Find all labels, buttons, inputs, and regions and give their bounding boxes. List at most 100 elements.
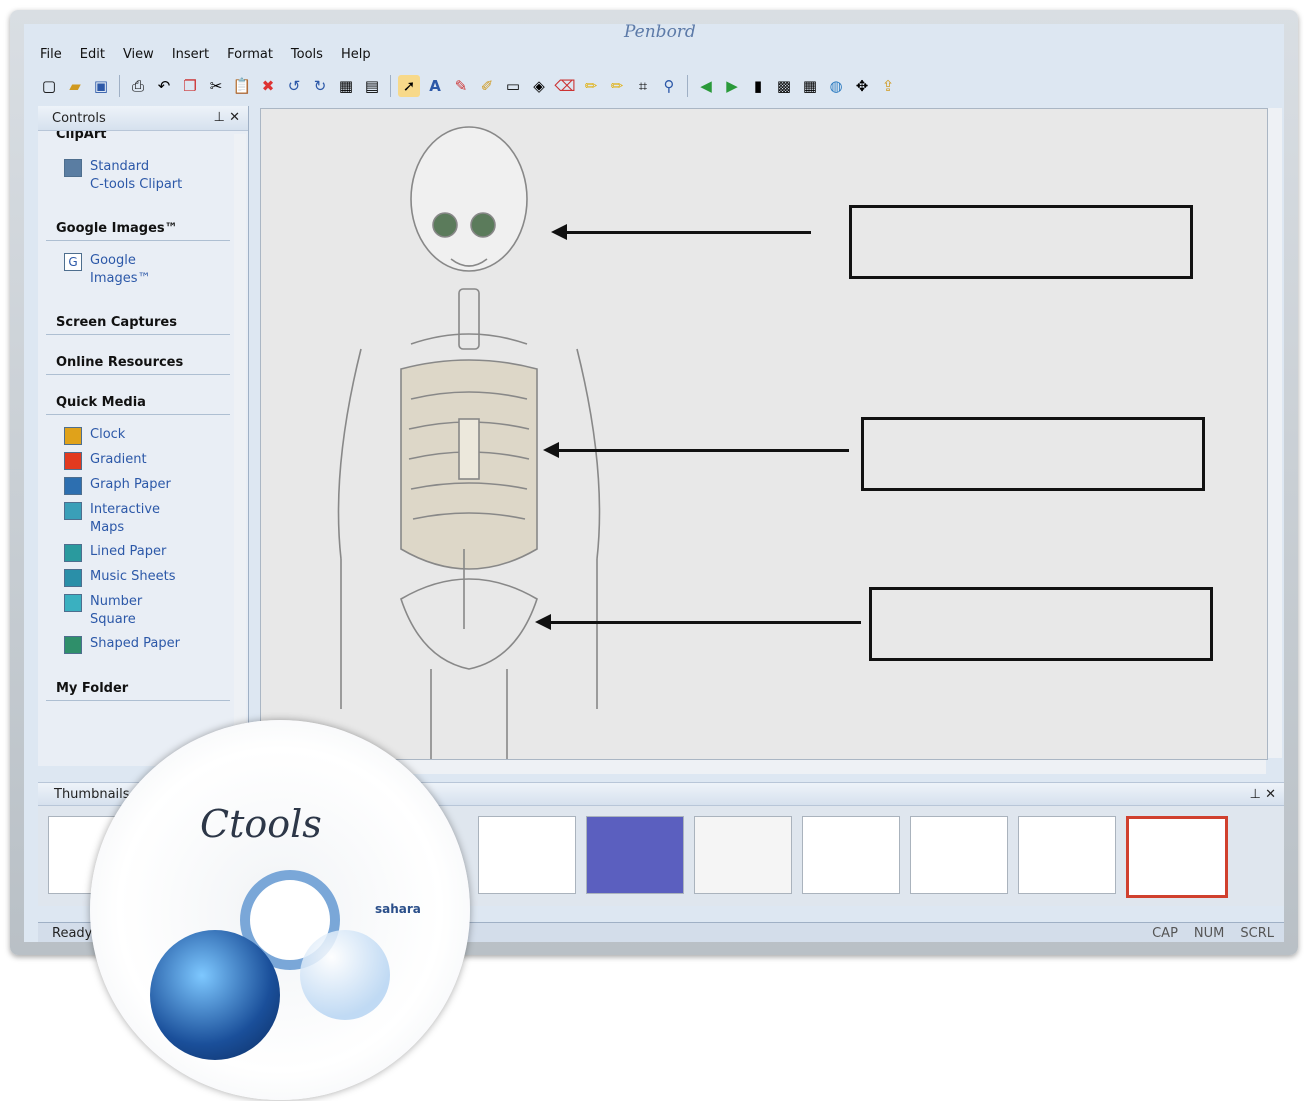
quick-media-item[interactable]: Shaped Paper bbox=[38, 632, 248, 657]
print-icon[interactable]: ⎙ bbox=[127, 75, 149, 97]
software-disc: Ctools sahara bbox=[90, 720, 470, 1100]
status-cap: CAP bbox=[1152, 926, 1178, 941]
forward-icon[interactable]: ▶ bbox=[721, 75, 743, 97]
menu-format[interactable]: Format bbox=[225, 46, 275, 66]
canvas-vertical-scrollbar[interactable] bbox=[1268, 108, 1282, 758]
clipart-icon bbox=[64, 159, 82, 177]
whiteboard-canvas[interactable] bbox=[260, 108, 1268, 760]
delete-icon[interactable]: ✖ bbox=[257, 75, 279, 97]
google-images-header: Google Images™ bbox=[46, 215, 230, 241]
quick-media-icon bbox=[64, 427, 82, 445]
quick-media-item[interactable]: Gradient bbox=[38, 448, 248, 473]
thumbnail[interactable] bbox=[802, 816, 900, 894]
quick-media-item[interactable]: Lined Paper bbox=[38, 540, 248, 565]
clipart-standard[interactable]: Standard C-tools Clipart bbox=[38, 155, 248, 197]
thumbs-pin-close-icons[interactable]: ⊥ ✕ bbox=[1250, 787, 1276, 802]
online-resources-header[interactable]: Online Resources bbox=[46, 349, 230, 375]
quick-media-icon bbox=[64, 594, 82, 612]
quick-media-header[interactable]: Quick Media bbox=[46, 389, 230, 415]
highlighter2-icon[interactable]: ✏ bbox=[606, 75, 628, 97]
crop-icon[interactable]: ⌗ bbox=[632, 75, 654, 97]
new-icon[interactable]: ▢ bbox=[38, 75, 60, 97]
quick-media-icon bbox=[64, 477, 82, 495]
thumbnail[interactable] bbox=[586, 816, 684, 894]
arrow-head bbox=[543, 442, 559, 458]
menu-view[interactable]: View bbox=[121, 46, 156, 66]
fill-icon[interactable]: ◈ bbox=[528, 75, 550, 97]
undo-page-icon[interactable]: ↶ bbox=[153, 75, 175, 97]
quick-media-item[interactable]: Graph Paper bbox=[38, 473, 248, 498]
arrow-line bbox=[553, 449, 849, 452]
menu-bar: File Edit View Insert Format Tools Help bbox=[38, 46, 373, 66]
quick-media-label: Clock bbox=[90, 427, 126, 442]
quick-media-item[interactable]: Interactive Maps bbox=[38, 498, 248, 540]
eraser-icon[interactable]: ⌫ bbox=[554, 75, 576, 97]
menu-edit[interactable]: Edit bbox=[78, 46, 107, 66]
screen-icon[interactable]: ▮ bbox=[747, 75, 769, 97]
redo-icon[interactable]: ↻ bbox=[309, 75, 331, 97]
undo-icon[interactable]: ↺ bbox=[283, 75, 305, 97]
thumbnail[interactable] bbox=[1018, 816, 1116, 894]
my-folder-header[interactable]: My Folder bbox=[46, 675, 230, 701]
quick-media-item[interactable]: Clock bbox=[38, 423, 248, 448]
quick-media-label: Graph Paper bbox=[90, 477, 171, 492]
quick-media-item[interactable]: Music Sheets bbox=[38, 565, 248, 590]
arrow-head bbox=[551, 224, 567, 240]
controls-title: Controls bbox=[52, 110, 106, 126]
menu-help[interactable]: Help bbox=[339, 46, 373, 66]
status-scrl: SCRL bbox=[1240, 926, 1274, 941]
quick-media-label: Music Sheets bbox=[90, 569, 176, 584]
label-box[interactable] bbox=[869, 587, 1213, 661]
panel-pin-close-icons[interactable]: ⊥ ✕ bbox=[214, 110, 240, 125]
globe-icon bbox=[150, 930, 280, 1060]
quick-media-icon bbox=[64, 544, 82, 562]
magic-icon[interactable]: ⚲ bbox=[658, 75, 680, 97]
move-icon[interactable]: ✥ bbox=[851, 75, 873, 97]
arrow-line bbox=[561, 231, 811, 234]
camera-icon[interactable]: ▩ bbox=[773, 75, 795, 97]
thumbnails-title: Thumbnails bbox=[54, 786, 130, 802]
thumbnail-selected[interactable] bbox=[1126, 816, 1228, 898]
quick-media-label: Gradient bbox=[90, 452, 147, 467]
screen-captures-header[interactable]: Screen Captures bbox=[46, 309, 230, 335]
text-icon[interactable]: A bbox=[424, 75, 446, 97]
image-icon[interactable]: ▦ bbox=[335, 75, 357, 97]
label-box[interactable] bbox=[849, 205, 1193, 279]
quick-media-label: Interactive Maps bbox=[90, 502, 161, 535]
copy-icon[interactable]: ❐ bbox=[179, 75, 201, 97]
quick-media-icon bbox=[64, 452, 82, 470]
pen-icon[interactable]: ✎ bbox=[450, 75, 472, 97]
paste-icon[interactable]: 📋 bbox=[231, 75, 253, 97]
globe-icon[interactable]: ◍ bbox=[825, 75, 847, 97]
arrow-line bbox=[545, 621, 861, 624]
select-icon[interactable]: ➚ bbox=[398, 75, 420, 97]
highlighter-icon[interactable]: ✏ bbox=[580, 75, 602, 97]
quick-media-label: Lined Paper bbox=[90, 544, 167, 559]
thumbnail[interactable] bbox=[910, 816, 1008, 894]
marker-icon[interactable]: ✐ bbox=[476, 75, 498, 97]
back-icon[interactable]: ◀ bbox=[695, 75, 717, 97]
thumbnail[interactable] bbox=[478, 816, 576, 894]
status-num: NUM bbox=[1193, 926, 1225, 941]
cut-icon[interactable]: ✂ bbox=[205, 75, 227, 97]
quick-media-item[interactable]: Number Square bbox=[38, 590, 248, 632]
controls-header: Controls ⊥ ✕ bbox=[38, 106, 248, 131]
image2-icon[interactable]: ▤ bbox=[361, 75, 383, 97]
thumbnail[interactable] bbox=[694, 816, 792, 894]
arrow-head bbox=[535, 614, 551, 630]
menu-file[interactable]: File bbox=[38, 46, 64, 66]
share-icon[interactable]: ⇪ bbox=[877, 75, 899, 97]
menu-tools[interactable]: Tools bbox=[289, 46, 325, 66]
status-ready: Ready bbox=[52, 926, 93, 941]
calculator-icon[interactable]: ▦ bbox=[799, 75, 821, 97]
google-images-item[interactable]: G Google Images™ bbox=[38, 249, 248, 291]
menu-insert[interactable]: Insert bbox=[170, 46, 211, 66]
shape-icon[interactable]: ▭ bbox=[502, 75, 524, 97]
open-icon[interactable]: ▰ bbox=[64, 75, 86, 97]
label-box[interactable] bbox=[861, 417, 1205, 491]
quick-media-list: Clock Gradient Graph Paper Interactive Maps L… bbox=[38, 423, 248, 657]
disc-title: Ctools bbox=[200, 802, 322, 846]
save-icon[interactable]: ▣ bbox=[90, 75, 112, 97]
app-brand: Penbord bbox=[624, 24, 696, 42]
controls-scrollbar[interactable] bbox=[234, 134, 246, 762]
